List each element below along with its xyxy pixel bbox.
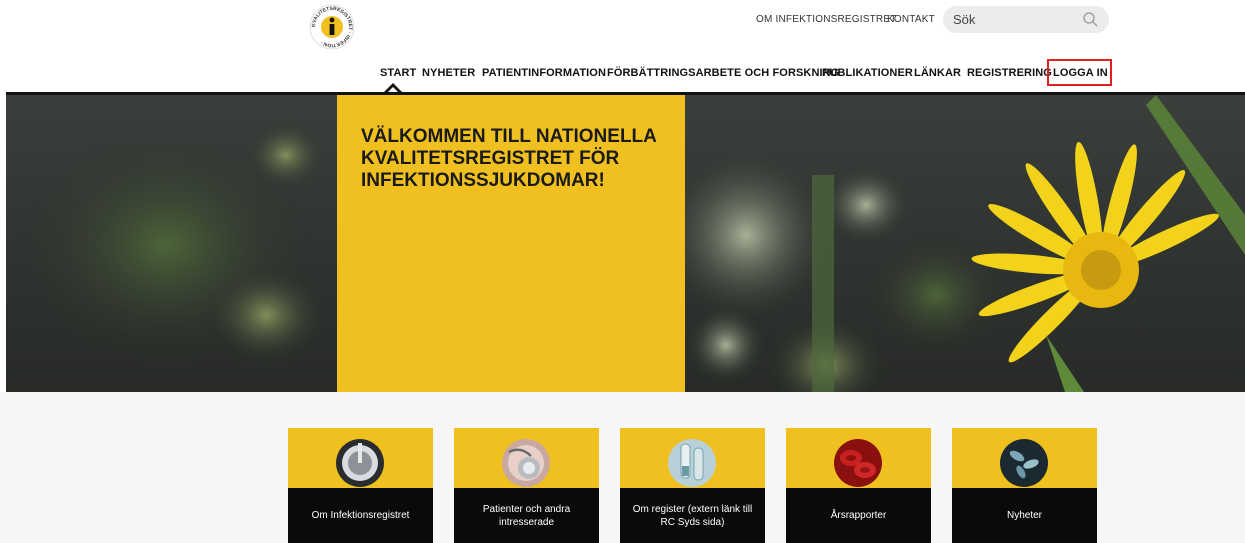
nav-item-nyheter[interactable]: NYHETER	[422, 67, 475, 79]
dial-icon	[336, 439, 384, 487]
card-label: Om register (extern länk till RC Syds si…	[632, 503, 753, 528]
card-label: Årsrapporter	[830, 510, 887, 521]
bacteria-icon	[1000, 439, 1048, 487]
hero-title: VÄLKOMMEN TILL NATIONELLA KVALITETSREGIS…	[361, 126, 657, 191]
hero-welcome-box: VÄLKOMMEN TILL NATIONELLA KVALITETSREGIS…	[337, 95, 685, 392]
nav-item-patientinformation[interactable]: PATIENTINFORMATION	[482, 67, 606, 79]
nav-item-publikationer[interactable]: PUBLIKATIONER	[822, 67, 913, 79]
search-input[interactable]	[953, 6, 1073, 33]
nav-item-start[interactable]: START	[380, 67, 416, 79]
stethoscope-icon	[502, 439, 550, 487]
hero-banner: VÄLKOMMEN TILL NATIONELLA KVALITETSREGIS…	[6, 92, 1245, 392]
top-link-om-infektionsregistret[interactable]: OM INFEKTIONSREGISTRET	[756, 14, 897, 25]
shortcut-cards: Om Infektionsregistret Patienter och and…	[0, 392, 1245, 543]
card-patienter[interactable]: Patienter och andra intresserade	[454, 428, 599, 543]
nav-item-forbattringsarbete[interactable]: FÖRBÄTTRINGSARBETE OCH FORSKNING	[607, 67, 839, 79]
nav-item-registrering[interactable]: REGISTRERING	[967, 67, 1052, 79]
card-label: Om Infektionsregistret	[311, 510, 410, 521]
blood-cells-icon	[834, 439, 882, 487]
card-om-infektionsregistret[interactable]: Om Infektionsregistret	[288, 428, 433, 543]
card-om-register[interactable]: Om register (extern länk till RC Syds si…	[620, 428, 765, 543]
search-box	[943, 6, 1109, 33]
site-header: KVALITETSREGISTRET · INFEKTION · OM INFE…	[0, 0, 1245, 93]
nav-item-lankar[interactable]: LÄNKAR	[914, 67, 961, 79]
card-label: Nyheter	[1006, 510, 1042, 521]
site-logo[interactable]: KVALITETSREGISTRET · INFEKTION ·	[306, 3, 358, 51]
test-tube-icon	[668, 439, 716, 487]
card-arsrapporter[interactable]: Årsrapporter	[786, 428, 931, 543]
card-label: Patienter och andra intresserade	[482, 503, 571, 528]
card-nyheter[interactable]: Nyheter	[952, 428, 1097, 543]
top-link-kontakt[interactable]: KONTAKT	[887, 14, 935, 25]
search-icon[interactable]	[1082, 11, 1099, 28]
login-highlight-box	[1047, 59, 1112, 86]
